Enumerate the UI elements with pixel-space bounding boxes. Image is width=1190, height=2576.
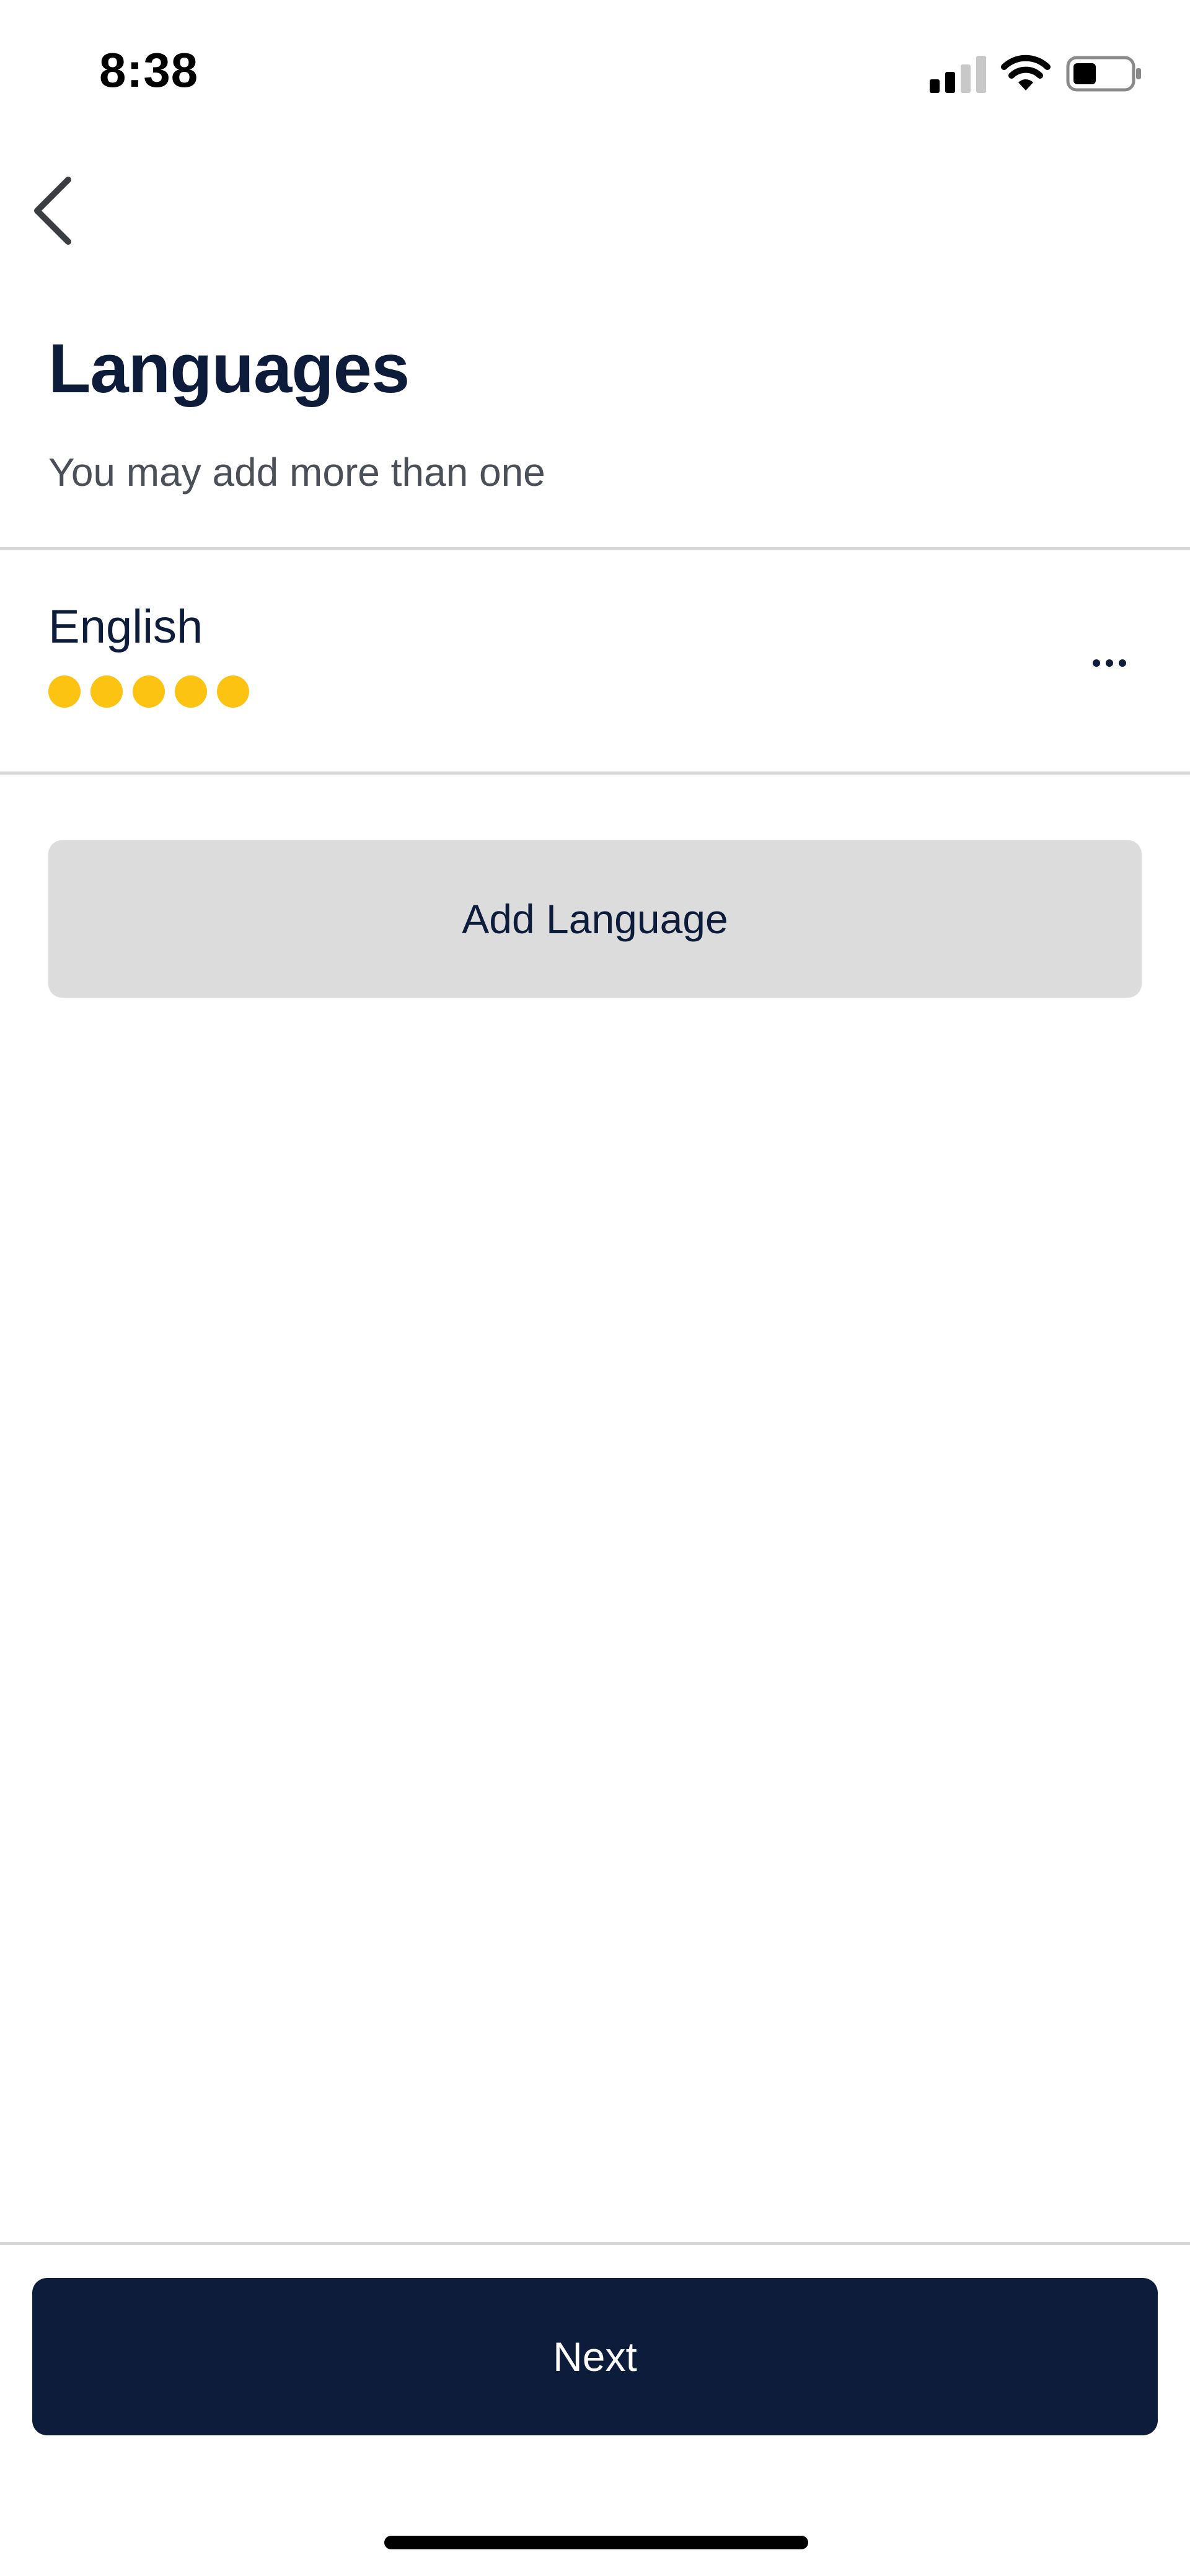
proficiency-dot: [175, 675, 207, 708]
page-subtitle: You may add more than one: [48, 450, 545, 495]
language-row-english[interactable]: English: [0, 552, 1190, 771]
divider-top: [0, 547, 1190, 550]
proficiency-dot: [217, 675, 249, 708]
status-time: 8:38: [99, 43, 199, 97]
more-options-button[interactable]: [1078, 644, 1140, 682]
add-language-button[interactable]: Add Language: [48, 840, 1142, 998]
battery-icon: [1066, 56, 1141, 92]
more-horizontal-icon: [1093, 659, 1100, 667]
wifi-icon: [1001, 55, 1051, 90]
chevron-left-icon: [34, 177, 71, 245]
proficiency-dot: [48, 675, 81, 708]
proficiency-dot: [133, 675, 165, 708]
home-indicator: [384, 2536, 808, 2549]
page-title: Languages: [48, 330, 410, 407]
proficiency-rating: [48, 675, 249, 708]
footer-divider: [0, 2242, 1190, 2245]
back-button[interactable]: [25, 174, 81, 248]
proficiency-dot: [90, 675, 123, 708]
signal-icon: [930, 56, 986, 93]
divider-bottom: [0, 771, 1190, 775]
next-button[interactable]: Next: [32, 2278, 1158, 2435]
language-name: English: [48, 600, 203, 653]
languages-screen: 8:38 Languages You may add more than one…: [0, 0, 1190, 2576]
